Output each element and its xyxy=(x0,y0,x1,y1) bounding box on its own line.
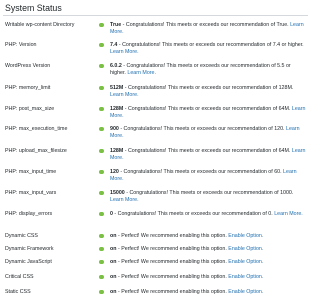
status-label: PHP: max_input_time xyxy=(5,169,57,175)
status-label: PHP: max_input_vars xyxy=(5,190,57,196)
status-ok-icon xyxy=(99,259,104,265)
learn-more-link[interactable]: Learn More. xyxy=(127,70,156,76)
status-message: 6.0.2 - Congratulations! This meets or e… xyxy=(110,63,306,77)
status-ok-icon xyxy=(99,274,104,280)
status-ok-icon xyxy=(99,85,104,91)
title-divider xyxy=(3,15,308,16)
status-label: PHP: Version xyxy=(5,42,37,48)
status-text: - Perfect! We recommend enabling this op… xyxy=(116,289,227,295)
status-label: Dynamic JavaScript xyxy=(5,259,52,265)
status-value: 15000 xyxy=(110,190,125,196)
status-label: Critical CSS xyxy=(5,274,34,280)
status-message: 128M - Congratulations! This meets or ex… xyxy=(110,148,306,162)
enable-option-link[interactable]: Enable Option. xyxy=(228,289,263,295)
status-value: 6.0.2 xyxy=(110,63,122,69)
status-message: 128M - Congratulations! This meets or ex… xyxy=(110,106,306,120)
status-label: PHP: memory_limit xyxy=(5,85,51,91)
status-text: - Perfect! We recommend enabling this op… xyxy=(116,259,227,265)
status-message: on - Perfect! We recommend enabling this… xyxy=(110,289,306,296)
status-label: Static CSS xyxy=(5,289,31,295)
status-message: on - Perfect! We recommend enabling this… xyxy=(110,246,306,253)
status-text: - Perfect! We recommend enabling this op… xyxy=(116,233,227,239)
system-status-panel: System Status Writable wp-content Direct… xyxy=(0,0,311,300)
enable-option-link[interactable]: Enable Option. xyxy=(228,259,263,265)
status-message: True - Congratulations! This meets or ex… xyxy=(110,22,306,36)
status-text: - Congratulations! This meets or exceeds… xyxy=(123,106,291,112)
status-message: 120 - Congratulations! This meets or exc… xyxy=(110,169,306,183)
status-text: - Congratulations! This meets or exceeds… xyxy=(123,148,291,154)
status-message: on - Perfect! We recommend enabling this… xyxy=(110,259,306,266)
status-text: - Congratulations! This meets or exceeds… xyxy=(121,22,289,28)
status-ok-icon xyxy=(99,289,104,295)
status-label: WordPress Version xyxy=(5,63,51,69)
status-ok-icon xyxy=(99,22,104,28)
status-ok-icon xyxy=(99,126,104,132)
learn-more-link[interactable]: Learn More. xyxy=(110,49,139,55)
status-ok-icon xyxy=(99,211,104,217)
status-ok-icon xyxy=(99,246,104,252)
status-value: 900 xyxy=(110,126,119,132)
status-text: - Congratulations! This meets or exceeds… xyxy=(124,190,294,196)
status-text: - Congratulations! This meets or exceeds… xyxy=(117,42,304,48)
status-ok-icon xyxy=(99,63,104,69)
status-label: PHP: post_max_size xyxy=(5,106,55,112)
status-ok-icon xyxy=(99,233,104,239)
learn-more-link[interactable]: Learn More. xyxy=(110,92,139,98)
status-label: PHP: upload_max_filesize xyxy=(5,148,67,154)
status-message: 900 - Congratulations! This meets or exc… xyxy=(110,126,306,140)
enable-option-link[interactable]: Enable Option. xyxy=(228,233,263,239)
status-value: 128M xyxy=(110,148,124,154)
status-label: Writable wp-content Directory xyxy=(5,22,75,28)
status-ok-icon xyxy=(99,190,104,196)
status-message: 7.4 - Congratulations! This meets or exc… xyxy=(110,42,306,56)
status-text: - Perfect! We recommend enabling this op… xyxy=(116,274,227,280)
status-ok-icon xyxy=(99,169,104,175)
status-label: Dynamic CSS xyxy=(5,233,38,239)
status-label: PHP: display_errors xyxy=(5,211,53,217)
enable-option-link[interactable]: Enable Option. xyxy=(228,274,263,280)
status-text: - Congratulations! This meets or exceeds… xyxy=(112,211,273,217)
status-value: True xyxy=(110,22,122,28)
status-value: 512M xyxy=(110,85,124,91)
status-value: 128M xyxy=(110,106,124,112)
learn-more-link[interactable]: Learn More. xyxy=(110,197,139,203)
enable-option-link[interactable]: Enable Option. xyxy=(228,246,263,252)
status-text: - Congratulations! This meets or exceeds… xyxy=(118,126,285,132)
status-text: - Congratulations! This meets or exceeds… xyxy=(118,169,282,175)
section-title: System Status xyxy=(5,3,62,13)
status-text: - Perfect! We recommend enabling this op… xyxy=(116,246,227,252)
status-ok-icon xyxy=(99,106,104,112)
status-label: Dynamic Framework xyxy=(5,246,54,252)
status-message: 15000 - Congratulations! This meets or e… xyxy=(110,190,306,204)
status-label: PHP: max_execution_time xyxy=(5,126,68,132)
status-message: on - Perfect! We recommend enabling this… xyxy=(110,233,306,240)
status-ok-icon xyxy=(99,42,104,48)
learn-more-link[interactable]: Learn More. xyxy=(274,211,303,217)
status-value: 120 xyxy=(110,169,119,175)
status-message: on - Perfect! We recommend enabling this… xyxy=(110,274,306,281)
status-ok-icon xyxy=(99,148,104,154)
status-message: 512M - Congratulations! This meets or ex… xyxy=(110,85,306,99)
status-message: 0 - Congratulations! This meets or excee… xyxy=(110,211,306,218)
status-text: - Congratulations! This meets or exceeds… xyxy=(123,85,294,91)
